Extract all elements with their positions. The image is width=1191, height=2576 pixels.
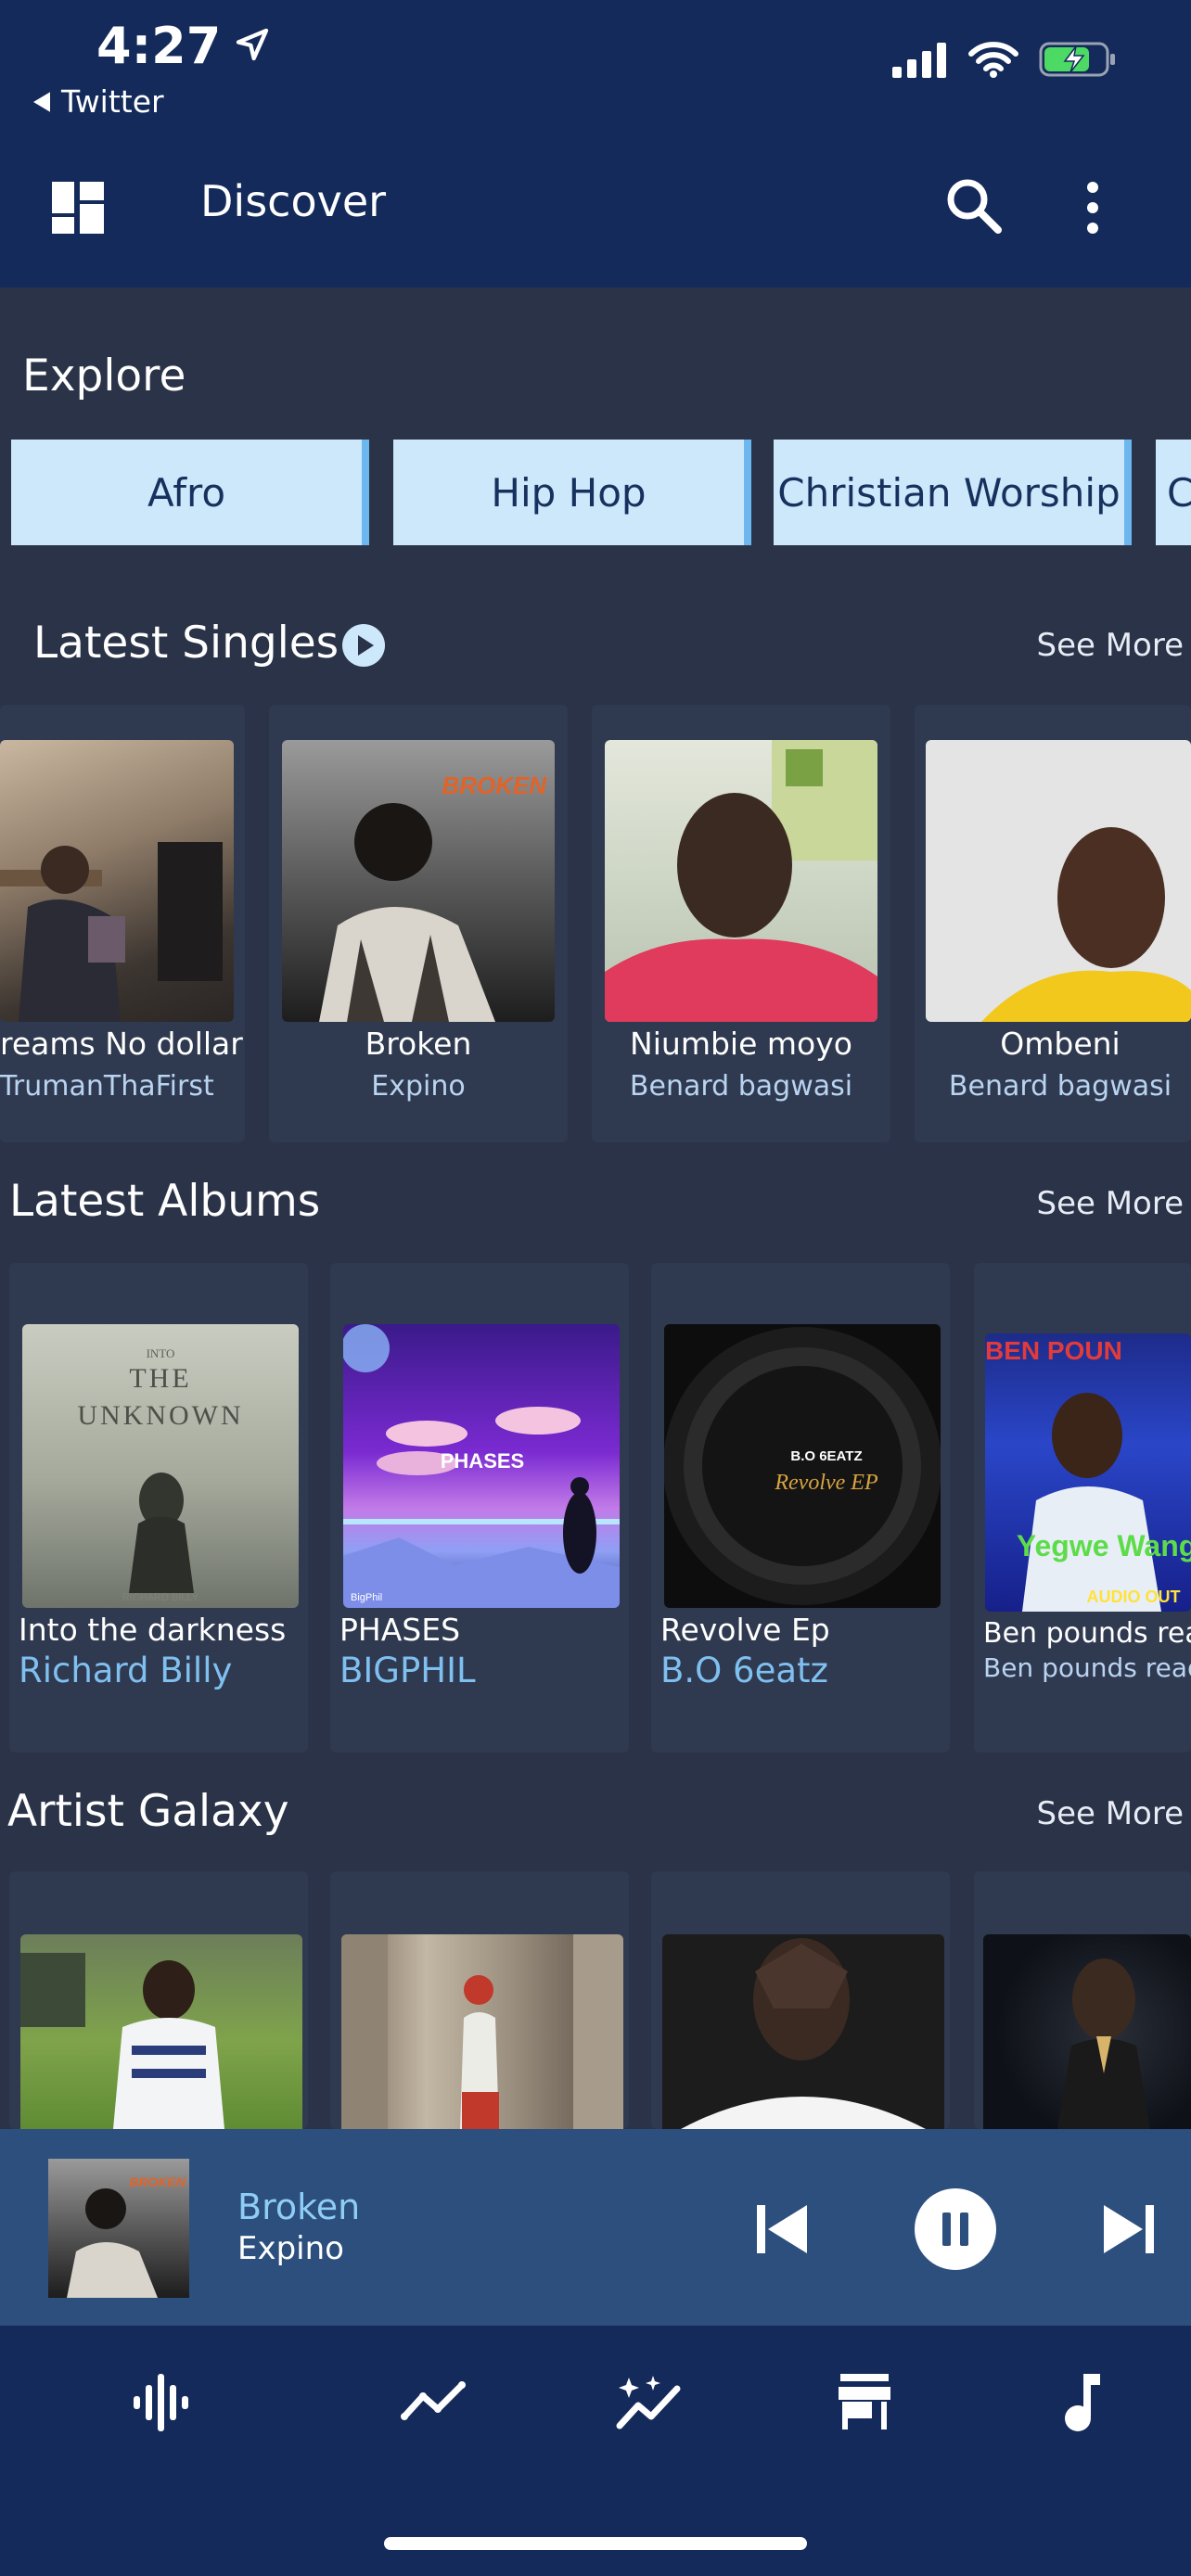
player-cover-image: BROKEN (48, 2159, 189, 2298)
album-cover-image: INTO THE UNKNOWN RICHARD BILLY (22, 1324, 299, 1608)
status-time: 4:27 (96, 17, 271, 75)
cover-art-text: B.O 6EATZ (790, 1448, 862, 1464)
latest-albums-see-more[interactable]: See More (1036, 1185, 1184, 1222)
home-indicator[interactable] (384, 2537, 807, 2550)
nav-music-note-icon[interactable] (1063, 2374, 1102, 2435)
album-artist: BIGPHIL (339, 1651, 476, 1690)
dashboard-grid-icon[interactable] (52, 182, 104, 237)
album-cover-image: PHASES BigPhil (343, 1324, 620, 1608)
album-title: Revolve Ep (660, 1612, 830, 1648)
cover-art-text: PHASES (441, 1449, 524, 1473)
single-title: Ombeni (1000, 1026, 1121, 1062)
genre-chip-partial[interactable]: C (1156, 440, 1191, 545)
single-cover-image (0, 740, 234, 1022)
single-artist: Benard bagwasi (629, 1070, 853, 1103)
battery-charging-icon (1039, 41, 1117, 82)
location-arrow-icon (234, 17, 271, 75)
genre-chip-hip-hop[interactable]: Hip Hop (393, 440, 751, 545)
artist-image (341, 1934, 623, 2129)
genre-chip-label: Afro (147, 469, 226, 516)
nav-store-icon[interactable] (839, 2374, 890, 2433)
cover-art-text: UNKNOWN (77, 1400, 243, 1431)
latest-singles-see-more[interactable]: See More (1036, 627, 1184, 664)
single-title: Broken (365, 1026, 472, 1062)
cover-art-text: BROKEN (442, 772, 547, 799)
single-cover-image (926, 740, 1191, 1022)
single-cover-image: BROKEN (282, 740, 555, 1022)
status-icons (892, 41, 1117, 82)
album-artist: Richard Billy (19, 1651, 233, 1690)
skip-previous-icon[interactable] (757, 2205, 809, 2257)
skip-next-icon[interactable] (1102, 2205, 1154, 2257)
single-title: Niumbie moyo (630, 1026, 852, 1062)
back-to-app[interactable]: Twitter (33, 83, 164, 120)
back-triangle-icon (33, 83, 50, 120)
back-app-label: Twitter (61, 83, 164, 120)
cover-art-text: BEN POUN (985, 1336, 1122, 1365)
cover-art-text: THE (129, 1363, 191, 1394)
single-artist: Expino (371, 1070, 466, 1103)
player-track-title: Broken (237, 2187, 361, 2227)
cover-art-text: Revolve EP (774, 1471, 878, 1495)
single-title: reams No dollar (0, 1026, 243, 1062)
nav-audio-waveform-icon[interactable] (134, 2374, 189, 2435)
explore-title: Explore (22, 351, 186, 402)
nav-trending-icon[interactable] (401, 2374, 466, 2435)
wifi-icon (968, 41, 1018, 82)
play-circle-icon[interactable] (341, 623, 386, 671)
pause-button[interactable] (915, 2188, 996, 2274)
album-cover-image: B.O 6EATZ Revolve EP (664, 1324, 941, 1608)
album-artist: B.O 6eatz (660, 1651, 828, 1690)
artist-image (983, 1934, 1191, 2129)
album-title: Ben pounds read (983, 1617, 1191, 1650)
cover-art-text: INTO (147, 1346, 175, 1360)
single-cover-image (605, 740, 877, 1022)
album-artist: Ben pounds read (983, 1652, 1191, 1683)
album-title: Into the darkness (19, 1612, 287, 1648)
artist-galaxy-see-more[interactable]: See More (1036, 1795, 1184, 1832)
single-artist: TrumanThaFirst (0, 1070, 214, 1103)
genre-chip-afro[interactable]: Afro (11, 440, 369, 545)
genre-chip-label: Christian Worship (777, 469, 1121, 516)
search-icon[interactable] (944, 176, 1004, 239)
more-vert-icon[interactable] (1085, 182, 1100, 237)
player-track-artist: Expino (237, 2230, 344, 2267)
cellular-signal-icon (892, 41, 948, 82)
genre-chip-label: Hip Hop (491, 469, 647, 516)
genre-chip-christian-worship[interactable]: Christian Worship (774, 440, 1132, 545)
nav-auto-graph-sparkle-icon[interactable] (616, 2374, 681, 2435)
artist-image (20, 1934, 302, 2129)
cover-art-text: AUDIO OUT (1087, 1588, 1181, 1606)
genre-chip-label: C (1167, 469, 1191, 516)
album-title: PHASES (339, 1612, 461, 1648)
album-cover-image: BEN POUN Yegwe Wange AUDIO OUT (985, 1333, 1191, 1612)
cover-art-text: BigPhil (351, 1592, 382, 1603)
status-time-text: 4:27 (96, 17, 222, 75)
latest-albums-title: Latest Albums (9, 1176, 321, 1227)
cover-art-text: Yegwe Wange (1017, 1529, 1191, 1562)
latest-singles-title: Latest Singles (33, 618, 339, 669)
artist-image (662, 1934, 944, 2129)
single-artist: Benard bagwasi (948, 1070, 1172, 1103)
cover-art-text: RICHARD BILLY (122, 1592, 199, 1603)
cover-art-text: BROKEN (129, 2174, 186, 2189)
page-title: Discover (200, 176, 387, 226)
artist-galaxy-title: Artist Galaxy (7, 1786, 289, 1837)
